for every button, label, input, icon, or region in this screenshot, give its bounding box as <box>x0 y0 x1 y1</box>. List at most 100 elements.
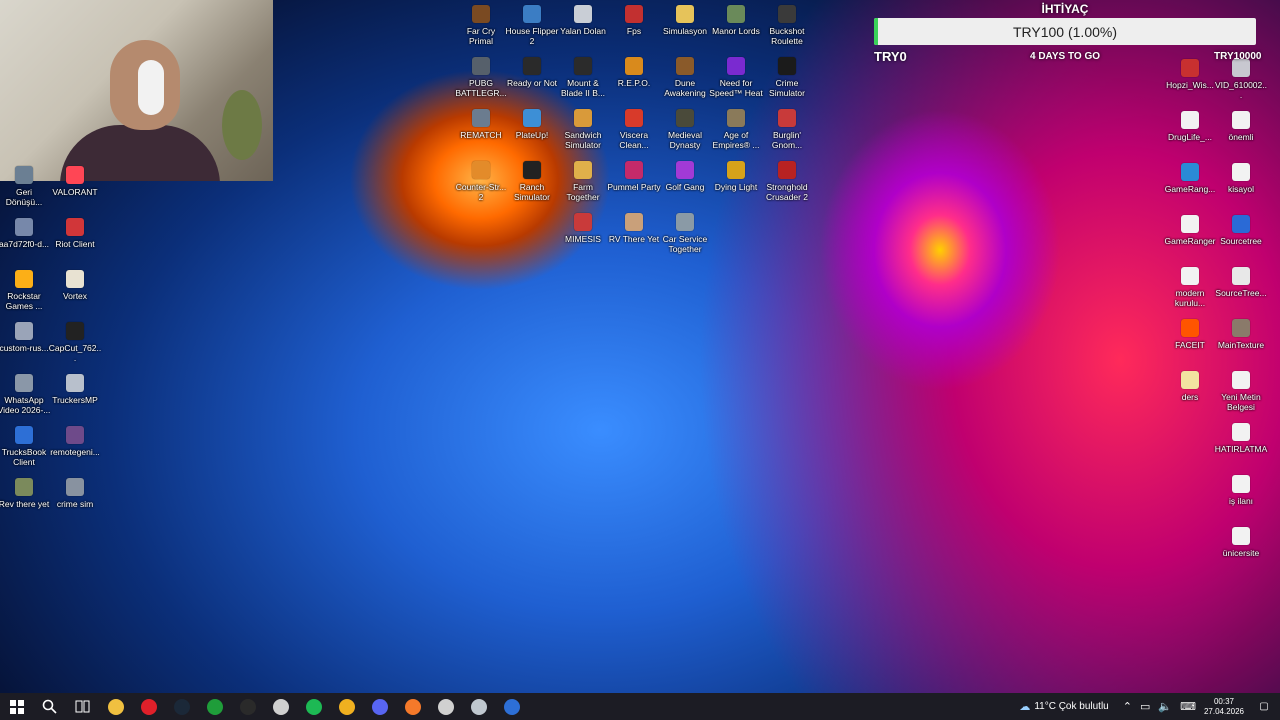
desktop-icon[interactable]: aa7d72f0-d... <box>0 218 51 249</box>
desktop-icon[interactable]: Ranch Simulator <box>505 161 559 202</box>
task-view-icon <box>75 700 90 713</box>
desktop-icon[interactable]: Crime Simulator <box>760 57 814 98</box>
taskbar-app-button[interactable] <box>462 693 495 720</box>
dying-light-icon <box>727 161 745 179</box>
taskbar-app-button[interactable] <box>297 693 330 720</box>
desktop-icon[interactable]: R.E.P.O. <box>607 57 661 88</box>
desktop-icon[interactable]: Counter-Str... 2 <box>454 161 508 202</box>
desktop-icon[interactable]: MainTexture <box>1214 319 1268 350</box>
vortex-icon <box>66 270 84 288</box>
desktop-icon[interactable]: VALORANT <box>48 166 102 197</box>
remotegenie-icon <box>66 426 84 444</box>
desktop-icon[interactable]: iş ilanı <box>1214 475 1268 506</box>
desktop-icon[interactable]: REMATCH <box>454 109 508 140</box>
desktop-icon[interactable]: kisayol <box>1214 163 1268 194</box>
desktop-icon[interactable]: TrucksBook Client <box>0 426 51 467</box>
desktop-icon[interactable]: Vortex <box>48 270 102 301</box>
desktop-icon[interactable]: Fps <box>607 5 661 36</box>
start-button[interactable] <box>0 693 33 720</box>
taskbar-app-button[interactable] <box>132 693 165 720</box>
taskbar-app-button[interactable] <box>165 693 198 720</box>
text-file-icon <box>1232 111 1250 129</box>
desktop-icon[interactable]: HATIRLATMA <box>1214 423 1268 454</box>
network-icon[interactable]: ▭ <box>1140 700 1150 713</box>
taskbar-app-button[interactable] <box>363 693 396 720</box>
desktop-icon[interactable]: PlateUp! <box>505 109 559 140</box>
desktop-icon[interactable]: VID_610002... <box>1214 59 1268 100</box>
aoe-icon <box>727 109 745 127</box>
folder-icon <box>676 5 694 23</box>
taskbar-app-button[interactable] <box>198 693 231 720</box>
search-button[interactable] <box>33 693 66 720</box>
desktop-icon[interactable]: crime sim <box>48 478 102 509</box>
desktop-icon[interactable]: Age of Empires® ... <box>709 109 763 150</box>
volume-icon[interactable]: 🔈 <box>1158 700 1172 713</box>
task-view-button[interactable] <box>66 693 99 720</box>
desktop-icon[interactable]: PUBG BATTLEGR... <box>454 57 508 98</box>
desktop-icon[interactable]: ders <box>1163 371 1217 402</box>
desktop-icon[interactable]: MIMESIS <box>556 213 610 244</box>
desktop-icon[interactable]: Riot Client <box>48 218 102 249</box>
desktop-icon[interactable]: Golf Gang <box>658 161 712 192</box>
desktop-icon[interactable]: Farm Together <box>556 161 610 202</box>
taskbar-app-button[interactable] <box>330 693 363 720</box>
desktop-icon[interactable]: Yalan Dolan <box>556 5 610 36</box>
desktop-icon[interactable]: Ready or Not <box>505 57 559 88</box>
viscera-icon <box>625 109 643 127</box>
weather-widget[interactable]: ☁ 11°C Çok bulutlu <box>1015 700 1108 713</box>
taskbar-app-button[interactable] <box>429 693 462 720</box>
desktop-icon[interactable]: Burglin' Gnom... <box>760 109 814 150</box>
taskbar-app-button[interactable] <box>396 693 429 720</box>
desktop-icon[interactable]: GameRang... <box>1163 163 1217 194</box>
desktop-icon[interactable]: SourceTree... <box>1214 267 1268 298</box>
desktop-icon[interactable]: Simulasyon <box>658 5 712 36</box>
desktop-icon-label: önemli <box>1228 132 1254 142</box>
desktop-icon[interactable]: Manor Lords <box>709 5 763 36</box>
taskbar-app-button[interactable] <box>231 693 264 720</box>
desktop-icon-label: CapCut_762... <box>48 343 102 363</box>
desktop-icon[interactable]: Rev there yet <box>0 478 51 509</box>
desktop-icon[interactable]: Geri Dönüşü... <box>0 166 51 207</box>
desktop-icon-label: Ready or Not <box>506 78 558 88</box>
desktop-icon[interactable]: WhatsApp Video 2026-... <box>0 374 51 415</box>
desktop-icon[interactable]: Medieval Dynasty <box>658 109 712 150</box>
desktop-icon[interactable]: Sandwich Simulator <box>556 109 610 150</box>
chevron-up-icon[interactable]: ⌃ <box>1123 700 1132 713</box>
taskbar-app-button[interactable] <box>99 693 132 720</box>
taskbar-app-button[interactable] <box>264 693 297 720</box>
desktop-icon[interactable]: Mount & Blade II B... <box>556 57 610 98</box>
faceit-icon <box>1181 319 1199 337</box>
desktop-icon[interactable]: TruckersMP <box>48 374 102 405</box>
desktop-icon[interactable]: Hopzi_Wis... <box>1163 59 1217 90</box>
desktop-icon[interactable]: GameRanger <box>1163 215 1217 246</box>
desktop-icon[interactable]: custom-rus... <box>0 322 51 353</box>
desktop-icon[interactable]: House Flipper 2 <box>505 5 559 46</box>
desktop-icon[interactable]: Far Cry Primal <box>454 5 508 46</box>
desktop-icon[interactable]: remotegeni... <box>48 426 102 457</box>
desktop-icon[interactable]: Pummel Party <box>607 161 661 192</box>
desktop-icon[interactable]: Dying Light <box>709 161 763 192</box>
desktop-icon[interactable]: önemli <box>1214 111 1268 142</box>
desktop-icon[interactable]: Yeni Metin Belgesi <box>1214 371 1268 412</box>
desktop-icon[interactable]: Rockstar Games ... <box>0 270 51 311</box>
desktop-icon[interactable]: Viscera Clean... <box>607 109 661 150</box>
taskbar-app-button[interactable] <box>495 693 528 720</box>
desktop-icon-label: Farm Together <box>566 182 600 202</box>
clock[interactable]: 00:37 27.04.2026 <box>1204 697 1244 717</box>
desktop-icon[interactable]: Car Service Together <box>658 213 712 254</box>
notification-button[interactable]: ▢ <box>1254 701 1274 712</box>
desktop-icon[interactable]: Sourcetree <box>1214 215 1268 246</box>
desktop-icon[interactable]: Need for Speed™ Heat <box>709 57 763 98</box>
desktop-icon[interactable]: Buckshot Roulette <box>760 5 814 46</box>
language-icon[interactable]: ⌨ <box>1180 700 1196 713</box>
desktop-icon-label: House Flipper 2 <box>505 26 559 46</box>
desktop-icon[interactable]: Dune Awakening <box>658 57 712 98</box>
desktop-icon[interactable]: modern kurulu... <box>1163 267 1217 308</box>
desktop-icon-label: Crime Simulator <box>769 78 805 98</box>
desktop-icon[interactable]: DrugLife_... <box>1163 111 1217 142</box>
desktop-icon[interactable]: RV There Yet <box>607 213 661 244</box>
desktop-icon[interactable]: FACEIT <box>1163 319 1217 350</box>
desktop-icon[interactable]: CapCut_762... <box>48 322 102 363</box>
desktop-icon[interactable]: Stronghold Crusader 2 <box>760 161 814 202</box>
desktop-icon[interactable]: ünicersite <box>1214 527 1268 558</box>
